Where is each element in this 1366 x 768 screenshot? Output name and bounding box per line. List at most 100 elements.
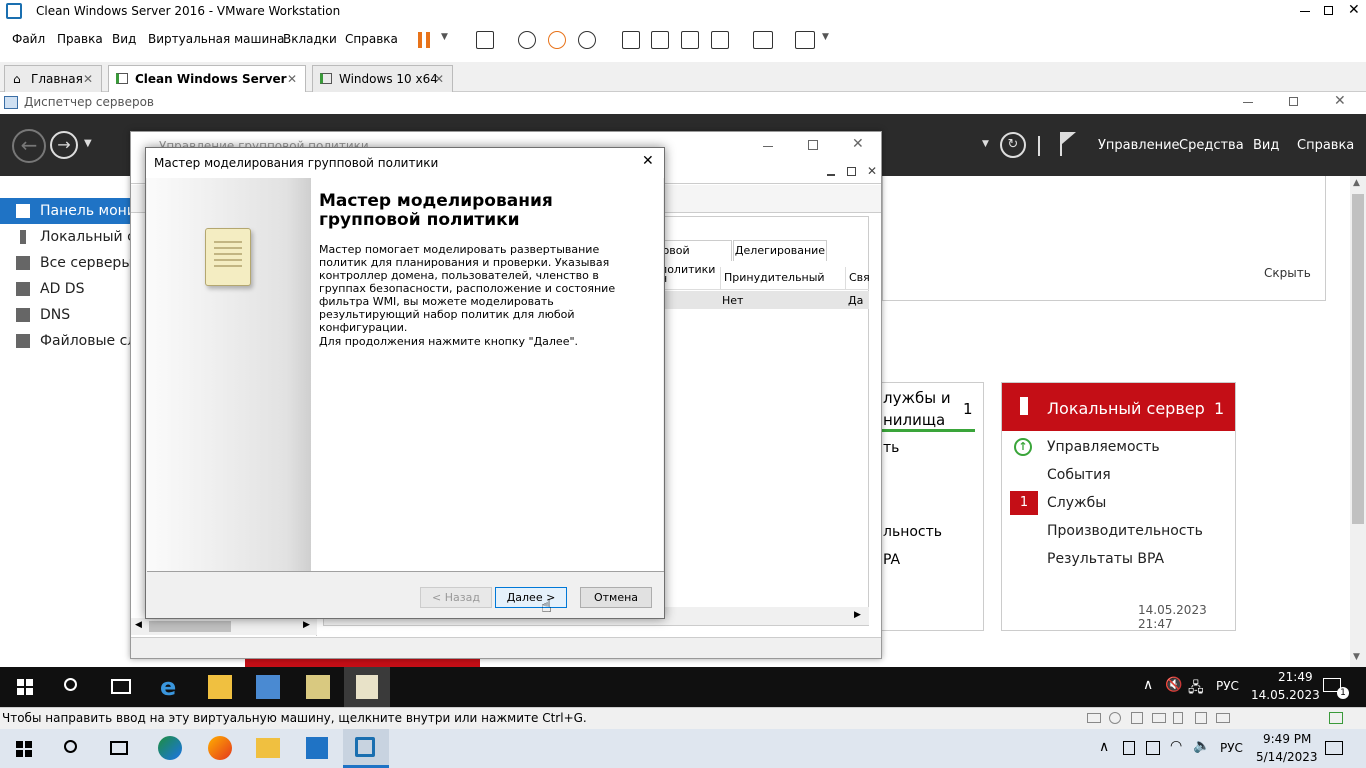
network-adapter-icon[interactable] <box>1131 712 1143 724</box>
printer-icon[interactable] <box>1152 713 1166 723</box>
console-icon[interactable] <box>753 31 773 49</box>
edge-icon[interactable]: e <box>160 675 184 699</box>
pause-dropdown-icon[interactable]: ▼ <box>441 32 448 42</box>
clock-date[interactable]: 14.05.2023 <box>1251 688 1320 702</box>
file-explorer-icon[interactable] <box>256 738 280 758</box>
tab-windows-10[interactable]: Windows 10 x64 ✕ <box>312 65 453 92</box>
tab-close-icon[interactable]: ✕ <box>434 66 444 92</box>
search-icon[interactable] <box>64 678 77 691</box>
action-center-icon[interactable] <box>1325 741 1343 755</box>
full-screen-icon[interactable] <box>681 31 699 49</box>
tile-local-server[interactable]: Локальный сервер 1 ↑ Управляемость Событ… <box>1001 382 1236 631</box>
tile-file-storage[interactable]: лужбы и нилища 1 ть льность PA <box>878 382 984 631</box>
scroll-up-icon[interactable]: ▲ <box>1353 178 1360 188</box>
tray-up-icon[interactable]: ∧ <box>1143 677 1153 693</box>
tab-clean-windows-server[interactable]: Clean Windows Server 2016 ✕ <box>108 65 306 112</box>
tray-app-icon[interactable] <box>1146 741 1160 755</box>
sound-icon[interactable] <box>1195 712 1207 724</box>
cancel-button[interactable]: Отмена <box>580 587 652 608</box>
close-icon[interactable]: ✕ <box>1334 93 1346 109</box>
stretch-icon[interactable] <box>795 31 815 49</box>
active-app-highlight[interactable] <box>343 729 389 768</box>
minimize-icon[interactable] <box>827 174 835 176</box>
nav-dropdown-icon[interactable]: ▼ <box>84 138 92 149</box>
search-icon[interactable] <box>64 740 77 753</box>
scroll-down-icon[interactable]: ▼ <box>1353 652 1360 662</box>
language-indicator[interactable]: РУС <box>1220 741 1243 755</box>
menu-tabs[interactable]: Вкладки <box>283 32 337 46</box>
menu-manage[interactable]: Управление <box>1098 138 1180 153</box>
clock-date[interactable]: 5/14/2023 <box>1256 750 1318 764</box>
close-icon[interactable]: ✕ <box>852 136 864 152</box>
menu-view[interactable]: Вид <box>112 32 136 46</box>
pause-icon[interactable] <box>418 32 422 48</box>
tile-row-bpa[interactable]: Результаты BPA <box>1047 551 1164 567</box>
hdd-icon[interactable] <box>1087 713 1101 723</box>
scroll-right-icon[interactable]: ▶ <box>854 610 861 620</box>
usb-icon[interactable] <box>1173 712 1183 724</box>
minimize-icon[interactable] <box>763 146 773 147</box>
message-icon[interactable] <box>1329 712 1343 724</box>
scroll-thumb[interactable] <box>1352 194 1364 524</box>
display-icon[interactable] <box>1216 713 1230 723</box>
menu-help[interactable]: Справка <box>1297 138 1354 153</box>
scroll-thumb[interactable] <box>149 621 231 632</box>
task-view-icon[interactable] <box>110 741 128 755</box>
start-icon[interactable] <box>17 679 33 695</box>
scroll-left-icon[interactable]: ◀ <box>135 620 142 630</box>
refresh-icon[interactable]: ↻ <box>1000 132 1026 158</box>
stretch-dropdown-icon[interactable]: ▼ <box>822 32 829 42</box>
menu-file[interactable]: Файл <box>12 32 45 46</box>
scroll-right-icon[interactable]: ▶ <box>303 620 310 630</box>
file-explorer-icon[interactable] <box>208 675 232 699</box>
active-app-highlight[interactable] <box>344 667 390 707</box>
tile-row[interactable]: льность <box>883 524 942 540</box>
snapshot-manager-icon[interactable] <box>578 31 596 49</box>
wifi-icon[interactable]: ◠ <box>1170 738 1182 754</box>
tile-row-events[interactable]: События <box>1047 467 1111 483</box>
back-button[interactable]: < Назад <box>420 587 492 608</box>
gp-modeling-wizard[interactable]: Мастер моделирования групповой политики … <box>145 147 665 619</box>
tab-home[interactable]: ⌂ Главная ✕ <box>4 65 102 92</box>
tile-row[interactable]: PA <box>883 552 900 568</box>
clock-time[interactable]: 21:49 <box>1278 670 1313 684</box>
restore-icon[interactable] <box>1289 97 1298 106</box>
gpm-taskbar-icon[interactable] <box>306 675 330 699</box>
clock-time[interactable]: 9:49 PM <box>1263 732 1311 746</box>
send-ctrl-alt-del-icon[interactable] <box>476 31 494 49</box>
tile-header[interactable]: Локальный сервер 1 <box>1002 383 1235 431</box>
menu-help[interactable]: Справка <box>345 32 398 46</box>
menu-edit[interactable]: Правка <box>57 32 103 46</box>
menu-view[interactable]: Вид <box>1253 138 1279 153</box>
close-icon[interactable]: ✕ <box>1348 2 1360 18</box>
volume-icon[interactable]: 🔈 <box>1193 738 1210 754</box>
close-icon[interactable]: ✕ <box>642 153 654 169</box>
maximize-icon[interactable] <box>1324 6 1333 15</box>
minimize-icon[interactable] <box>1243 102 1253 103</box>
task-view-icon[interactable] <box>111 679 131 694</box>
language-indicator[interactable]: РУС <box>1216 679 1239 693</box>
firefox-icon[interactable] <box>208 736 232 760</box>
breadcrumb-dropdown-icon[interactable]: ▼ <box>982 139 989 149</box>
gpm-tab-delegation[interactable]: Делегирование <box>733 240 827 261</box>
menu-vm[interactable]: Виртуальная машина <box>148 32 284 46</box>
restore-icon[interactable] <box>847 167 856 176</box>
next-button[interactable]: Далее > <box>495 587 567 608</box>
minimize-icon[interactable] <box>1300 11 1310 12</box>
network-icon[interactable]: 🖧 <box>1188 677 1204 701</box>
forward-icon[interactable]: → <box>50 131 78 159</box>
gpm-tab-gpo[interactable]: ювой политики <box>659 240 732 276</box>
revert-snapshot-icon[interactable] <box>548 31 566 49</box>
tab-close-icon[interactable]: ✕ <box>83 66 93 92</box>
tile-row[interactable]: ть <box>883 440 899 456</box>
gpm-tree-hscroll[interactable]: ◀ ▶ <box>131 618 317 635</box>
tray-up-icon[interactable]: ∧ <box>1099 739 1109 755</box>
store-icon[interactable] <box>306 737 328 759</box>
speaker-muted-icon[interactable]: 🔇 <box>1165 677 1182 693</box>
column-header-enforced[interactable]: Принудительный <box>720 267 844 289</box>
unity-icon[interactable] <box>711 31 729 49</box>
show-library-icon[interactable] <box>622 31 640 49</box>
maximize-icon[interactable] <box>808 140 818 150</box>
scrollbar[interactable]: ▲ ▼ <box>1350 176 1366 667</box>
start-icon[interactable] <box>16 741 32 757</box>
